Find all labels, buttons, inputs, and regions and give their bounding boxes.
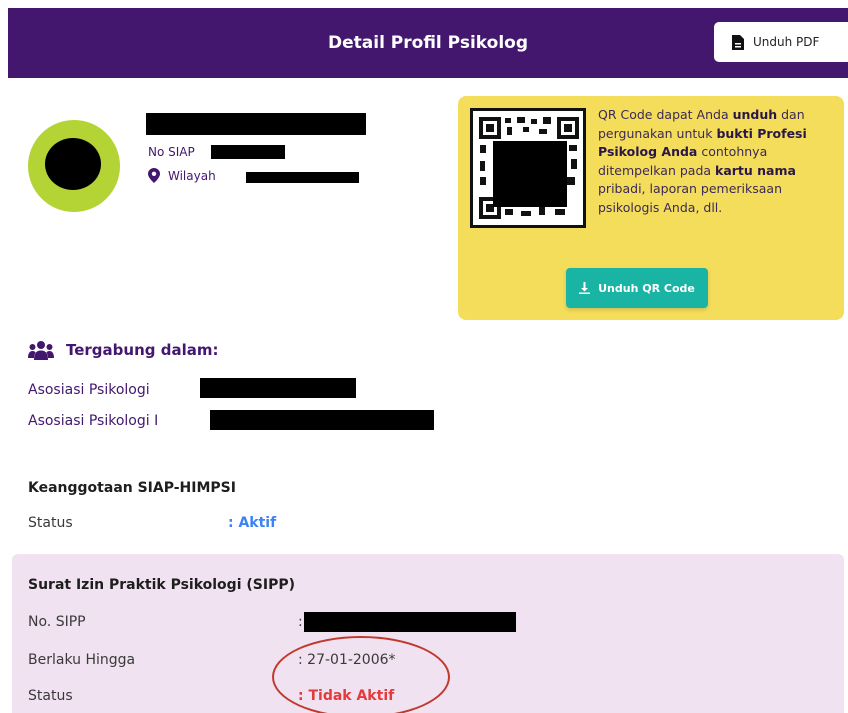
region-row: Wilayah	[148, 168, 216, 183]
joined-heading: Tergabung dalam:	[28, 340, 218, 360]
download-qr-label: Unduh QR Code	[598, 281, 695, 295]
name-redaction	[146, 113, 366, 135]
siap-label: No SIAP	[148, 145, 195, 159]
download-pdf-label: Unduh PDF	[753, 35, 820, 49]
association-redaction	[200, 378, 356, 398]
joined-heading-label: Tergabung dalam:	[66, 341, 219, 359]
file-icon	[732, 34, 744, 50]
association-item: Asosiasi Psikologi I	[28, 413, 159, 429]
download-qr-button[interactable]: Unduh QR Code	[566, 268, 708, 308]
sipp-number-label: No. SIPP	[28, 614, 86, 630]
sipp-number-redaction	[304, 612, 516, 632]
download-icon	[579, 282, 591, 294]
avatar-photo-redacted	[45, 138, 101, 190]
sipp-valid-label: Berlaku Hingga	[28, 652, 136, 668]
location-pin-icon	[148, 168, 160, 183]
sipp-status-label: Status	[28, 688, 73, 704]
users-group-icon	[28, 341, 54, 360]
membership-status-label: Status	[28, 515, 73, 531]
region-redaction	[246, 172, 359, 183]
avatar	[28, 120, 120, 212]
qr-code-image	[470, 108, 586, 228]
sipp-number-value: :	[298, 614, 303, 630]
siap-number-redaction	[211, 145, 285, 159]
qr-code-card: QR Code dapat Anda unduh dan pergunakan …	[458, 96, 844, 320]
qr-code-description: QR Code dapat Anda unduh dan pergunakan …	[598, 107, 807, 215]
membership-title: Keanggotaan SIAP-HIMPSI	[28, 480, 236, 496]
annotation-circle	[272, 636, 450, 713]
download-pdf-button[interactable]: Unduh PDF	[714, 22, 848, 62]
membership-status-value: : Aktif	[228, 515, 277, 531]
region-label: Wilayah	[168, 168, 216, 183]
sipp-title: Surat Izin Praktik Psikologi (SIPP)	[28, 577, 295, 593]
qr-pattern	[477, 115, 581, 221]
association-item: Asosiasi Psikologi	[28, 382, 150, 398]
association-redaction	[210, 410, 434, 430]
